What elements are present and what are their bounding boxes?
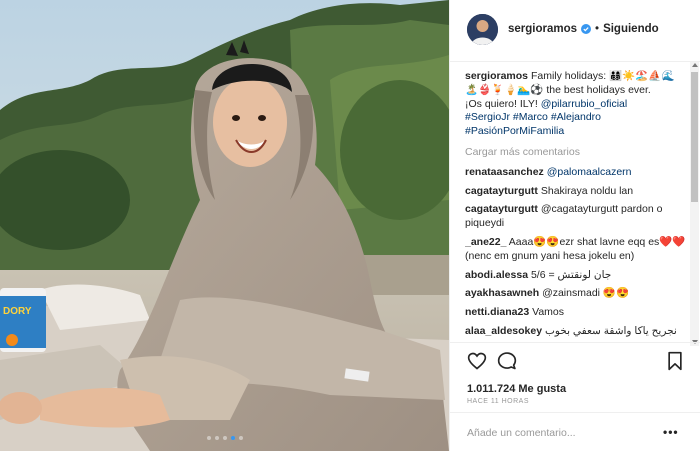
hashtag-link[interactable]: #Alejandro <box>551 111 601 123</box>
carousel-dot[interactable] <box>238 436 243 440</box>
hashtag-link[interactable]: #PasiónPorMiFamilia <box>465 125 564 137</box>
follow-button[interactable]: Siguiendo <box>603 23 659 35</box>
comment-text: Vamos <box>532 306 565 319</box>
bucket-label: DORY <box>3 306 32 317</box>
add-comment-input[interactable] <box>467 425 657 441</box>
post-timestamp[interactable]: HACE 11 HORAS <box>467 398 529 405</box>
heart-icon[interactable] <box>467 351 487 371</box>
carousel-indicator <box>0 436 449 440</box>
scrollbar-thumb[interactable] <box>691 72 698 202</box>
comment-icon[interactable] <box>497 351 517 371</box>
caption: sergioramos Family holidays: 👨‍👩‍👦‍👦☀️🏖️… <box>465 70 687 139</box>
comment-item: renataasanchez @palomaalcazern <box>465 166 687 180</box>
caption-mention[interactable]: @pilarrubio_oficial <box>541 98 628 110</box>
comments-scrollbar[interactable] <box>690 62 699 346</box>
hashtag-link[interactable]: #Marco <box>513 111 548 123</box>
comment-username[interactable]: netti.diana23 <box>465 306 529 318</box>
comment-text: Shakiraya noldu lan <box>540 184 634 197</box>
comment-username[interactable]: ayakhasawneh <box>465 287 539 299</box>
carousel-dot-active[interactable] <box>230 436 235 440</box>
post-side-panel: sergioramos • Siguiendo sergioramos Fami… <box>449 0 700 451</box>
comment-username[interactable]: alaa_aldesokey <box>465 325 542 337</box>
comment-text: @zainsmadi 😍😍 <box>542 287 630 300</box>
header-text: sergioramos • Siguiendo <box>508 23 659 35</box>
comments-list[interactable]: sergioramos Family holidays: 👨‍👩‍👦‍👦☀️🏖️… <box>465 70 687 342</box>
bookmark-icon[interactable] <box>665 351 685 371</box>
comment-item: _ane22_ Aaaa😍😍ezr shat lavne eqq es❤️❤️ … <box>465 236 687 264</box>
scroll-up-arrow-icon[interactable] <box>692 63 698 67</box>
load-more-comments[interactable]: Cargar más comentarios <box>465 146 687 160</box>
comment-item: alaa_aldesokey نجريح ياكا واشقة سعفي بخو… <box>465 325 687 339</box>
comment-item: ayakhasawneh @zainsmadi 😍😍 <box>465 287 687 301</box>
verified-badge-icon <box>581 24 592 34</box>
username-link[interactable]: sergioramos <box>508 23 577 35</box>
photo-illustration: DORY <box>0 0 449 451</box>
comment-username[interactable]: cagatayturgutt <box>465 185 538 197</box>
comment-item: netti.diana23 Vamos <box>465 306 687 320</box>
carousel-dot[interactable] <box>214 436 219 440</box>
carousel-dot[interactable] <box>222 436 227 440</box>
comment-text[interactable]: @palomaalcazern <box>547 166 632 178</box>
add-comment-bar: ••• <box>450 412 700 451</box>
comment-username[interactable]: _ane22_ <box>465 236 506 248</box>
action-bar <box>450 342 700 378</box>
comment-username[interactable]: renataasanchez <box>465 166 544 178</box>
caption-username[interactable]: sergioramos <box>465 70 528 82</box>
header-separator: • <box>595 23 600 35</box>
instagram-post-modal: DORY sergioramos • Siguiendo sergioramos… <box>0 0 700 451</box>
hashtag-link[interactable]: #SergioJr <box>465 111 510 123</box>
post-photo[interactable]: DORY <box>0 0 449 451</box>
more-options-icon[interactable]: ••• <box>663 425 679 439</box>
comment-username[interactable]: cagatayturgutt <box>465 203 538 215</box>
comment-text: نجريح ياكا واشقة سعفي بخوب <box>544 324 677 337</box>
comment-username[interactable]: abodi.alessa <box>465 269 528 281</box>
avatar[interactable] <box>467 14 498 45</box>
comment-item: abodi.alessa 5/6 = جان لونقتش <box>465 269 687 283</box>
post-header: sergioramos • Siguiendo <box>450 0 700 62</box>
carousel-dot[interactable] <box>206 436 211 440</box>
comment-item: cagatayturgutt Shakiraya noldu lan <box>465 185 687 199</box>
caption-text-2: ¡Os quiero! ILY! <box>465 97 538 110</box>
comment-item: cagatayturgutt @cagatayturgutt pardon o … <box>465 203 687 231</box>
likes-count[interactable]: 1.011.724 Me gusta <box>467 383 566 395</box>
comment-text: 5/6 = جان لونقتش <box>530 268 612 281</box>
